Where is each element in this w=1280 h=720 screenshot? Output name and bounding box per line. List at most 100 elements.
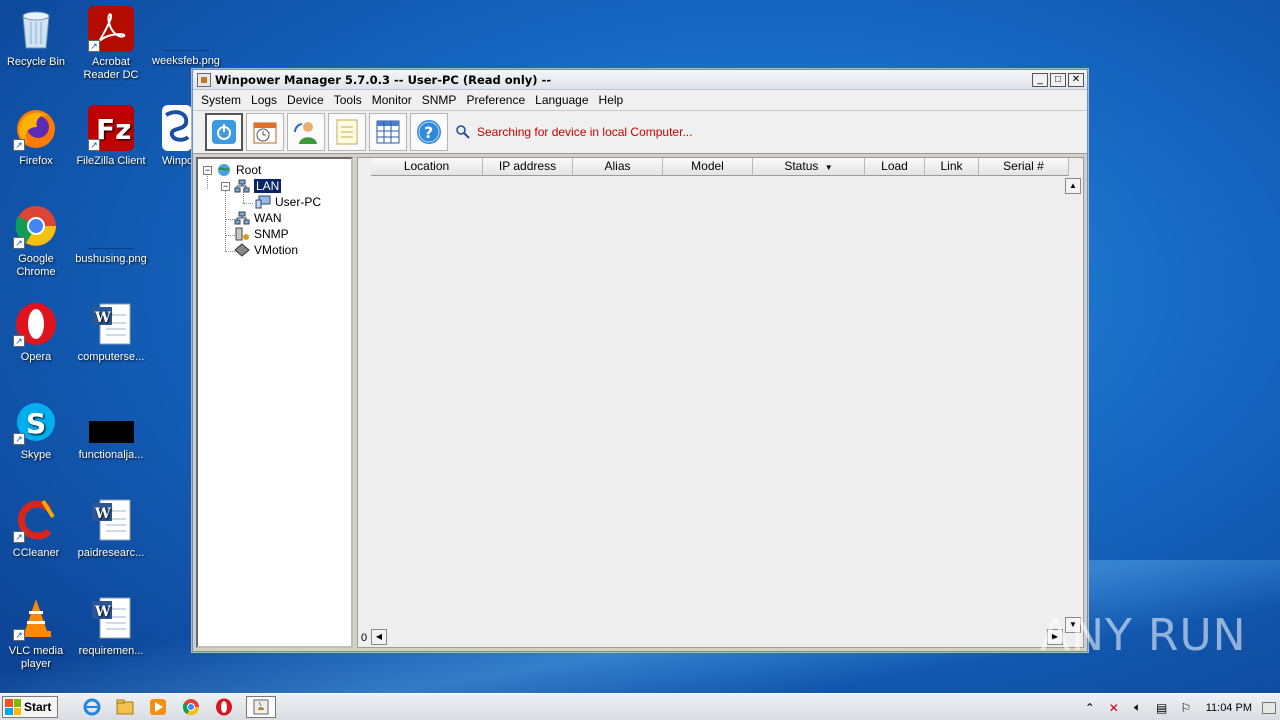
- word-document-icon: W: [88, 595, 134, 641]
- device-table: Location IP address Alias Model Status ▼…: [357, 157, 1084, 648]
- globe-icon: [218, 164, 230, 176]
- svg-text:Fz: Fz: [96, 113, 131, 146]
- menu-preference[interactable]: Preference: [461, 93, 530, 107]
- window-titlebar[interactable]: Winpower Manager 5.7.0.3 -- User-PC (Rea…: [193, 70, 1087, 90]
- scroll-up-button[interactable]: ▲: [1065, 178, 1081, 194]
- tree-node-root[interactable]: − Root: [203, 162, 261, 178]
- desktop-icon-chrome[interactable]: ↗ Google Chrome: [0, 203, 72, 279]
- taskbar-ie[interactable]: [82, 697, 102, 717]
- watermark-text: ANY RUN: [1040, 610, 1247, 661]
- taskbar-opera[interactable]: [214, 697, 234, 717]
- menu-help[interactable]: Help: [594, 93, 629, 107]
- taskbar-winpower[interactable]: [246, 696, 277, 718]
- column-header-link[interactable]: Link: [925, 158, 979, 176]
- tray-expand-icon[interactable]: ⌃: [1082, 700, 1098, 716]
- tree-node-vmotion[interactable]: VMotion: [234, 242, 298, 258]
- svg-text:W: W: [94, 310, 111, 326]
- user-button[interactable]: [287, 113, 325, 151]
- close-button[interactable]: ✕: [1068, 72, 1084, 87]
- network-icon: [234, 179, 250, 193]
- column-header-ip-address[interactable]: IP address: [483, 158, 573, 176]
- collapse-toggle[interactable]: −: [221, 181, 230, 191]
- network-error-icon[interactable]: ✕: [1106, 700, 1122, 716]
- menu-logs[interactable]: Logs: [246, 93, 282, 107]
- scroll-left-button[interactable]: ◀: [371, 629, 387, 645]
- calendar-clock-icon: [253, 122, 277, 144]
- action-center-flag-icon[interactable]: ⚐: [1178, 700, 1194, 716]
- desktop-icon-label: Winpo: [162, 155, 192, 167]
- windows-logo-icon: [5, 699, 21, 715]
- menu-system[interactable]: System: [196, 93, 246, 107]
- vmotion-icon: [234, 243, 250, 257]
- collapse-toggle[interactable]: −: [203, 165, 212, 175]
- desktop-icon-winpower[interactable]: Winpo: [150, 105, 192, 168]
- winpower-window: Winpower Manager 5.7.0.3 -- User-PC (Rea…: [192, 69, 1088, 652]
- network-icon: [234, 211, 250, 225]
- help-button[interactable]: ?: [410, 113, 448, 151]
- menu-tools[interactable]: Tools: [329, 93, 367, 107]
- column-header-model[interactable]: Model: [663, 158, 753, 176]
- column-header-location[interactable]: Location: [371, 158, 483, 176]
- column-header-serial[interactable]: Serial #: [979, 158, 1069, 176]
- show-desktop-button[interactable]: [1262, 701, 1276, 714]
- tree-node-wan[interactable]: WAN: [234, 210, 282, 226]
- schedule-button[interactable]: [246, 113, 284, 151]
- desktop-icon-label: paidresearc...: [77, 547, 145, 559]
- spreadsheet-icon: [376, 120, 400, 144]
- desktop-icon-firefox[interactable]: ↗ Firefox: [0, 105, 72, 168]
- column-header-alias[interactable]: Alias: [573, 158, 663, 176]
- svg-text:S: S: [26, 407, 46, 440]
- desktop-icon-weeksfeb[interactable]: weeksfeb.png: [150, 6, 222, 68]
- image-file-icon: [88, 399, 134, 445]
- desktop-icon-functionalja[interactable]: functionalja...: [75, 399, 147, 462]
- svg-text:?: ?: [424, 123, 433, 142]
- taskbar-explorer[interactable]: [115, 697, 135, 717]
- start-button[interactable]: Start: [2, 696, 59, 718]
- tree-node-user-pc[interactable]: User-PC: [255, 194, 321, 210]
- minimize-button[interactable]: _: [1032, 72, 1048, 87]
- column-header-load[interactable]: Load: [865, 158, 925, 176]
- tree-label: WAN: [254, 211, 282, 225]
- desktop-icon-label: VLC media player: [8, 645, 64, 670]
- menu-monitor[interactable]: Monitor: [367, 93, 417, 107]
- desktop-icon-paidresearc[interactable]: W paidresearc...: [75, 497, 147, 560]
- desktop-icon-opera[interactable]: ↗ Opera: [0, 301, 72, 364]
- power-tray-icon[interactable]: ▤: [1154, 700, 1170, 716]
- recycle-bin-icon: [13, 6, 59, 52]
- desktop-icon-bushusing[interactable]: bushusing.png: [75, 203, 147, 266]
- tree-node-snmp[interactable]: SNMP: [234, 226, 289, 242]
- user-refresh-icon: [293, 122, 317, 144]
- menu-snmp[interactable]: SNMP: [417, 93, 462, 107]
- desktop-icon-skype[interactable]: S ↗ Skype: [0, 399, 72, 462]
- desktop-icon-recycle-bin[interactable]: Recycle Bin: [0, 6, 72, 69]
- desktop-icon-vlc[interactable]: ↗ VLC media player: [0, 595, 72, 671]
- desktop-icon-label: Google Chrome: [16, 253, 56, 278]
- desktop-icon-acrobat[interactable]: ↗ Acrobat Reader DC: [75, 6, 147, 82]
- clock[interactable]: 11:04 PM: [1206, 702, 1252, 714]
- vlc-icon: ↗: [13, 595, 59, 641]
- taskbar-chrome[interactable]: [181, 697, 201, 717]
- main-content: − Root − LAN User-PC WAN SNMP VMotion Lo…: [196, 157, 1084, 648]
- desktop-icon-filezilla[interactable]: Fz ↗ FileZilla Client: [75, 105, 147, 168]
- taskbar-media-player[interactable]: [148, 697, 168, 717]
- snmp-icon: [235, 227, 249, 241]
- desktop-icon-label: Skype: [20, 449, 52, 461]
- column-header-status[interactable]: Status ▼: [753, 158, 865, 176]
- desktop-icon-ccleaner[interactable]: ↗ CCleaner: [0, 497, 72, 560]
- internet-explorer-icon: [83, 698, 101, 716]
- tree-node-lan[interactable]: − LAN: [221, 178, 282, 194]
- desktop-icon-computerse[interactable]: W computerse...: [75, 301, 147, 364]
- log-button[interactable]: [328, 113, 366, 151]
- start-label: Start: [24, 700, 52, 714]
- maximize-button[interactable]: □: [1050, 72, 1066, 87]
- table-button[interactable]: [369, 113, 407, 151]
- desktop-icon-requiremen[interactable]: W requiremen...: [75, 595, 147, 658]
- power-button[interactable]: [205, 113, 243, 151]
- volume-icon[interactable]: 🔈︎: [1130, 700, 1146, 716]
- horizontal-scrollbar[interactable]: ◀ ▶: [371, 629, 1063, 645]
- menu-device[interactable]: Device: [282, 93, 329, 107]
- search-device-icon: [456, 125, 470, 139]
- tree-label: SNMP: [254, 227, 289, 241]
- vertical-scrollbar[interactable]: ▲ ▼: [1065, 178, 1081, 633]
- menu-language[interactable]: Language: [530, 93, 593, 107]
